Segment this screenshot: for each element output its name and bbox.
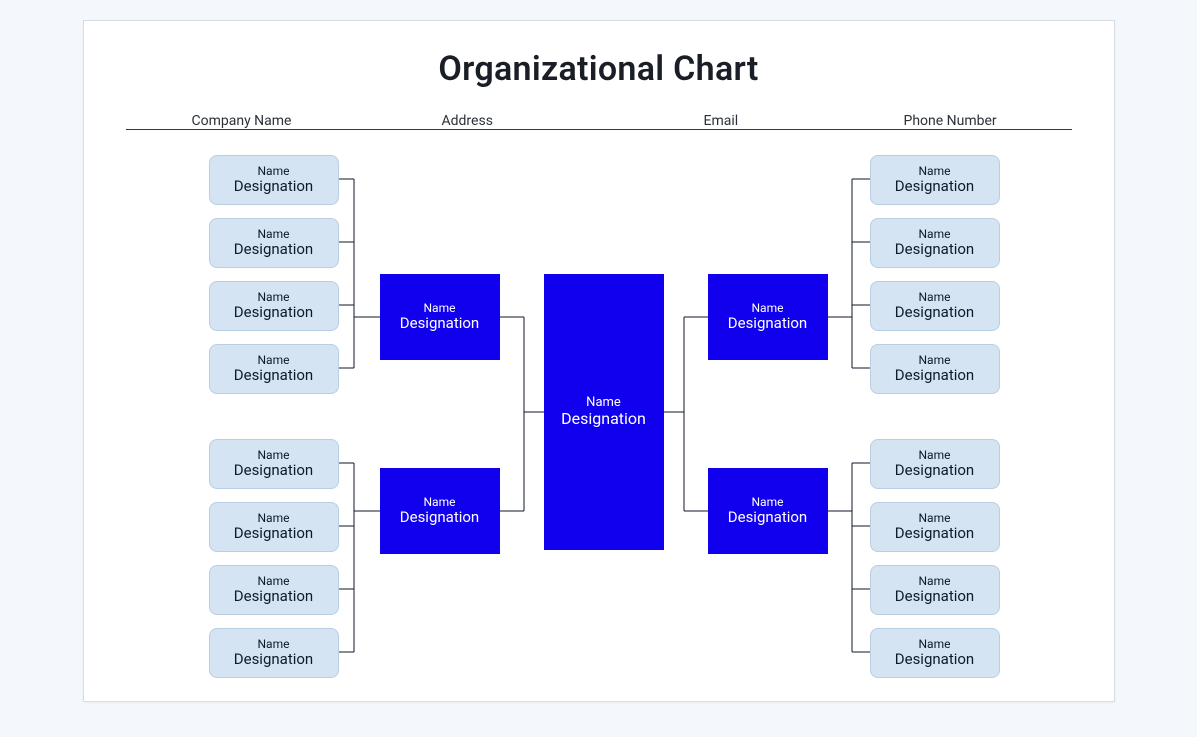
leaf-designation: Designation — [895, 588, 974, 605]
leaf-designation: Designation — [234, 304, 313, 321]
header-company-name: Company Name — [192, 113, 292, 129]
leaf-node[interactable]: Name Designation — [870, 281, 1000, 331]
leaf-designation: Designation — [234, 178, 313, 195]
leaf-node[interactable]: Name Designation — [209, 344, 339, 394]
leaf-node[interactable]: Name Designation — [870, 502, 1000, 552]
leaf-node[interactable]: Name Designation — [870, 218, 1000, 268]
manager-node-left-bottom[interactable]: Name Designation — [380, 468, 500, 554]
root-designation: Designation — [561, 410, 646, 428]
root-name: Name — [586, 396, 621, 410]
leaf-node[interactable]: Name Designation — [209, 439, 339, 489]
leaf-node[interactable]: Name Designation — [870, 155, 1000, 205]
manager-node-right-top[interactable]: Name Designation — [708, 274, 828, 360]
leaf-node[interactable]: Name Designation — [870, 344, 1000, 394]
leaf-node[interactable]: Name Designation — [209, 628, 339, 678]
leaf-node[interactable]: Name Designation — [870, 565, 1000, 615]
header-divider — [126, 129, 1072, 130]
manager-designation: Designation — [728, 509, 807, 526]
leaf-designation: Designation — [234, 367, 313, 384]
root-node[interactable]: Name Designation — [544, 274, 664, 550]
manager-designation: Designation — [728, 315, 807, 332]
leaf-designation: Designation — [234, 588, 313, 605]
header-address: Address — [442, 113, 493, 129]
leaf-designation: Designation — [895, 304, 974, 321]
leaf-designation: Designation — [234, 241, 313, 258]
leaf-node[interactable]: Name Designation — [209, 218, 339, 268]
leaf-node[interactable]: Name Designation — [209, 155, 339, 205]
manager-designation: Designation — [400, 315, 479, 332]
header-email: Email — [704, 113, 739, 129]
chart-canvas: Organizational Chart Company Name Addres… — [83, 20, 1115, 702]
leaf-node[interactable]: Name Designation — [209, 502, 339, 552]
leaf-designation: Designation — [895, 178, 974, 195]
leaf-designation: Designation — [895, 525, 974, 542]
manager-node-left-top[interactable]: Name Designation — [380, 274, 500, 360]
chart-title: Organizational Chart — [84, 49, 1114, 89]
leaf-designation: Designation — [895, 462, 974, 479]
leaf-designation: Designation — [895, 241, 974, 258]
leaf-designation: Designation — [234, 462, 313, 479]
leaf-node[interactable]: Name Designation — [209, 281, 339, 331]
page: Organizational Chart Company Name Addres… — [0, 0, 1197, 737]
header-phone: Phone Number — [904, 113, 997, 129]
leaf-designation: Designation — [895, 367, 974, 384]
leaf-designation: Designation — [234, 651, 313, 668]
leaf-designation: Designation — [234, 525, 313, 542]
leaf-designation: Designation — [895, 651, 974, 668]
manager-designation: Designation — [400, 509, 479, 526]
leaf-node[interactable]: Name Designation — [870, 628, 1000, 678]
manager-node-right-bottom[interactable]: Name Designation — [708, 468, 828, 554]
leaf-node[interactable]: Name Designation — [209, 565, 339, 615]
leaf-node[interactable]: Name Designation — [870, 439, 1000, 489]
